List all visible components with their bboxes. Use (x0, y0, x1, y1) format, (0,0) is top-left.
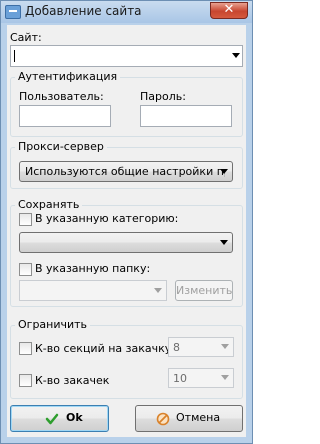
downloads-value: 10 (173, 372, 187, 385)
text-caret (14, 50, 15, 62)
downloads-select[interactable]: 10 (168, 368, 234, 388)
change-folder-button[interactable]: Изменить (175, 280, 233, 301)
site-combo[interactable] (10, 45, 243, 67)
app-icon (5, 5, 21, 19)
category-select[interactable] (19, 232, 233, 253)
proxy-selected-value: Используются общие настройки про (25, 165, 225, 178)
cancel-icon (156, 412, 170, 426)
downloads-checkbox-label[interactable]: К-во закачек (35, 374, 109, 387)
chevron-down-icon (220, 168, 228, 174)
password-field[interactable] (140, 105, 232, 127)
cancel-button[interactable]: Отмена (135, 405, 243, 432)
ok-button[interactable]: Ok (10, 405, 109, 432)
sections-value: 8 (173, 341, 180, 354)
sections-checkbox[interactable] (19, 342, 32, 355)
sections-checkbox-label[interactable]: К-во секций на закачку (35, 342, 171, 355)
chevron-down-icon (221, 375, 229, 380)
close-icon: ✕ (223, 2, 235, 17)
site-label: Сайт: (10, 31, 42, 44)
chevron-down-icon[interactable] (232, 53, 240, 58)
auth-group-title: Аутентификация (15, 70, 121, 83)
folder-checkbox[interactable] (19, 263, 32, 276)
chevron-down-icon (221, 344, 229, 349)
sections-select[interactable]: 8 (168, 337, 234, 357)
category-checkbox[interactable] (19, 213, 32, 226)
folder-checkbox-label[interactable]: В указанную папку: (35, 262, 150, 275)
chevron-down-icon (154, 287, 162, 293)
ok-label: Ok (66, 411, 83, 424)
category-checkbox-label[interactable]: В указанную категорию: (35, 212, 178, 225)
user-label: Пользователь: (19, 90, 104, 103)
checkmark-icon (45, 413, 59, 425)
proxy-group-title: Прокси-сервер (15, 140, 107, 153)
dialog-body: Сайт: Аутентификация Пользователь: Парол… (7, 25, 246, 437)
proxy-select[interactable]: Используются общие настройки про (19, 161, 233, 182)
dialog-window: Добавление сайта ✕ Сайт: Аутентификация … (0, 0, 253, 444)
downloads-checkbox[interactable] (19, 374, 32, 387)
username-field[interactable] (19, 105, 111, 127)
folder-combo[interactable] (19, 280, 167, 301)
chevron-down-icon (220, 239, 228, 245)
cancel-label: Отмена (176, 411, 221, 424)
password-label: Пароль: (140, 90, 186, 103)
window-title: Добавление сайта (25, 4, 142, 18)
title-bar[interactable]: Добавление сайта ✕ (1, 1, 252, 23)
close-button[interactable]: ✕ (210, 2, 248, 19)
limit-group-title: Ограничить (15, 318, 91, 331)
save-group-title: Сохранять (15, 198, 83, 211)
